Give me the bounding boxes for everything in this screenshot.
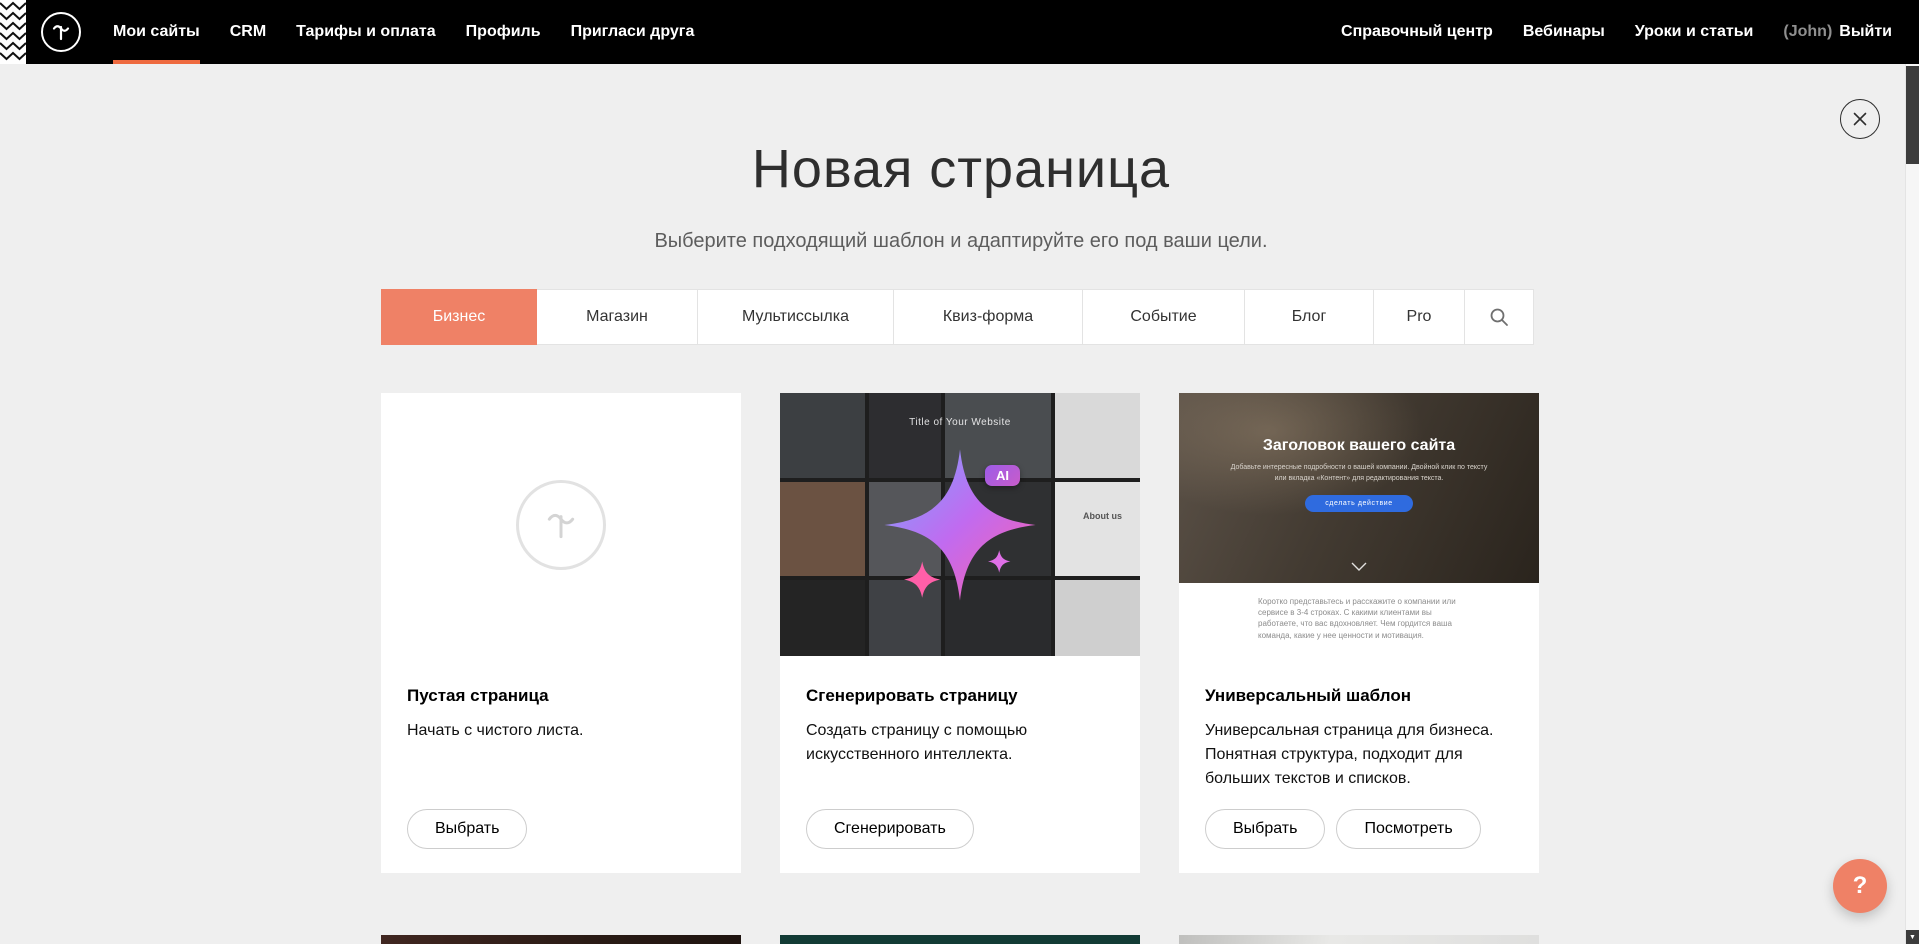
- blank-page-preview[interactable]: [381, 393, 741, 656]
- card-body: Универсальный шаблон Универсальная стран…: [1179, 656, 1539, 873]
- secondary-nav: Справочный центр Вебинары Уроки и статьи…: [1341, 0, 1919, 64]
- tilda-logo-icon: [49, 20, 73, 44]
- page-scrollbar[interactable]: ▼: [1905, 64, 1919, 944]
- page-title: Новая страница: [381, 138, 1541, 200]
- tilda-watermark: [516, 480, 606, 570]
- nav-my-sites[interactable]: Мои сайты: [113, 0, 200, 64]
- template-hero-heading: Заголовок вашего сайта: [1263, 437, 1455, 455]
- nav-webinars[interactable]: Вебинары: [1523, 23, 1605, 41]
- tab-quiz-form[interactable]: Квиз-форма: [893, 289, 1083, 345]
- logout-link[interactable]: Выйти: [1839, 23, 1892, 41]
- card-blank-page: Пустая страница Начать с чистого листа. …: [381, 393, 741, 873]
- ai-sparkle-icon: [876, 441, 1044, 609]
- nav-lessons[interactable]: Уроки и статьи: [1635, 23, 1754, 41]
- user-block: (John) Выйти: [1783, 23, 1892, 41]
- next-card-preview[interactable]: [1179, 935, 1539, 944]
- nav-crm[interactable]: CRM: [230, 0, 266, 64]
- template-body-text: Коротко представьтесь и расскажите о ком…: [1258, 596, 1460, 641]
- chevron-down-icon: [1351, 558, 1367, 576]
- tab-multilink[interactable]: Мультиссылка: [697, 289, 894, 345]
- ai-generate-preview[interactable]: Title of Your Website About us: [780, 393, 1140, 656]
- nav-profile[interactable]: Профиль: [466, 0, 541, 64]
- card-ai-generate: Title of Your Website About us: [780, 393, 1140, 873]
- top-navbar: Мои сайты CRM Тарифы и оплата Профиль Пр…: [0, 0, 1919, 64]
- template-body-section: Коротко представьтесь и расскажите о ком…: [1179, 596, 1539, 656]
- nav-invite-friend[interactable]: Пригласи друга: [571, 0, 695, 64]
- page-subtitle: Выберите подходящий шаблон и адаптируйте…: [381, 230, 1541, 253]
- tilda-logo[interactable]: [41, 12, 81, 52]
- next-card-preview[interactable]: [381, 935, 741, 944]
- nav-help-center[interactable]: Справочный центр: [1341, 23, 1493, 41]
- content-column: Новая страница Выберите подходящий шабло…: [381, 138, 1541, 944]
- card-actions: Сгенерировать: [806, 809, 1114, 849]
- card-title: Сгенерировать страницу: [806, 686, 1114, 706]
- scrollbar-thumb[interactable]: [1906, 66, 1919, 164]
- template-card-grid-row2: [381, 935, 1541, 944]
- card-title: Универсальный шаблон: [1205, 686, 1513, 706]
- tab-event[interactable]: Событие: [1082, 289, 1245, 345]
- universal-template-preview[interactable]: Заголовок вашего сайта Добавьте интересн…: [1179, 393, 1539, 656]
- close-icon: [1852, 111, 1868, 127]
- template-card-grid: Пустая страница Начать с чистого листа. …: [381, 393, 1541, 873]
- card-description: Универсальная страница для бизнеса. Поня…: [1205, 719, 1513, 791]
- tab-business[interactable]: Бизнес: [381, 289, 537, 345]
- main-area: Новая страница Выберите подходящий шабло…: [0, 64, 1905, 944]
- tilda-watermark-icon: [541, 505, 581, 545]
- close-button[interactable]: [1840, 99, 1880, 139]
- zigzag-icon: [0, 0, 26, 64]
- card-actions: Выбрать: [407, 809, 715, 849]
- card-body: Сгенерировать страницу Создать страницу …: [780, 656, 1140, 873]
- card-body: Пустая страница Начать с чистого листа. …: [381, 656, 741, 873]
- card-universal-template: Заголовок вашего сайта Добавьте интересн…: [1179, 393, 1539, 873]
- nav-pricing[interactable]: Тарифы и оплата: [296, 0, 436, 64]
- search-icon: [1489, 307, 1509, 327]
- ai-sparkle-wrap: [780, 393, 1140, 656]
- template-hero: Заголовок вашего сайта Добавьте интересн…: [1179, 393, 1539, 583]
- preview-button[interactable]: Посмотреть: [1336, 809, 1480, 849]
- tab-blog[interactable]: Блог: [1244, 289, 1374, 345]
- tab-store[interactable]: Магазин: [536, 289, 698, 345]
- help-button[interactable]: ?: [1833, 859, 1887, 913]
- next-card-preview[interactable]: [780, 935, 1140, 944]
- card-description: Начать с чистого листа.: [407, 719, 715, 743]
- generate-button[interactable]: Сгенерировать: [806, 809, 974, 849]
- template-category-tabs: Бизнес Магазин Мультиссылка Квиз-форма С…: [381, 289, 1541, 345]
- choose-button[interactable]: Выбрать: [407, 809, 527, 849]
- ai-badge: AI: [985, 465, 1020, 486]
- zigzag-decoration: [0, 0, 26, 64]
- tab-search[interactable]: [1464, 289, 1534, 345]
- template-hero-subtext: Добавьте интересные подробности о вашей …: [1228, 463, 1490, 484]
- choose-button[interactable]: Выбрать: [1205, 809, 1325, 849]
- scrollbar-down-arrow[interactable]: ▼: [1906, 930, 1919, 944]
- card-actions: Выбрать Посмотреть: [1205, 809, 1513, 849]
- card-description: Создать страницу с помощью искусственног…: [806, 719, 1114, 767]
- card-title: Пустая страница: [407, 686, 715, 706]
- primary-nav: Мои сайты CRM Тарифы и оплата Профиль Пр…: [113, 0, 694, 64]
- tab-pro[interactable]: Pro: [1373, 289, 1465, 345]
- user-name: (John): [1783, 23, 1832, 41]
- template-cta-button: сделать действие: [1305, 495, 1413, 512]
